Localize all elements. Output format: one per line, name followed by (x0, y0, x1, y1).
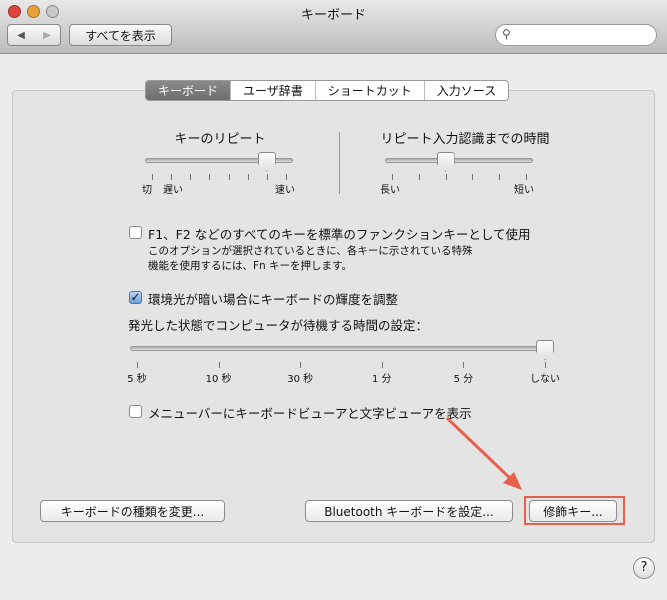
annotation-arrow (445, 416, 522, 490)
help-button[interactable]: ? (633, 557, 655, 579)
